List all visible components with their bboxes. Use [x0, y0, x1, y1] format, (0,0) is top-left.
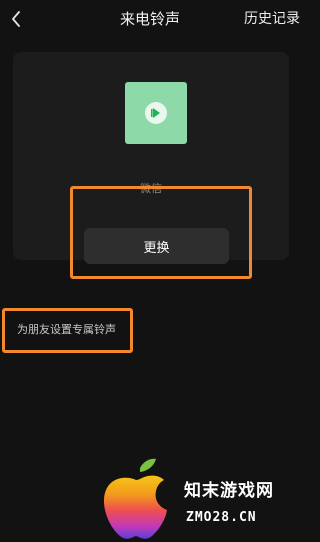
apple-logo-icon	[103, 458, 167, 539]
friend-ringtone-link[interactable]: 为朋友设置专属铃声	[17, 323, 116, 337]
watermark: 知末游戏网 ZMO28.CN	[96, 458, 300, 542]
change-ringtone-button[interactable]: 更换	[84, 228, 229, 264]
ringtone-cover[interactable]	[125, 82, 187, 144]
watermark-url: ZMO28.CN	[186, 510, 257, 525]
music-play-icon	[145, 102, 167, 124]
change-button-label: 更换	[143, 240, 170, 256]
history-button[interactable]: 历史记录	[244, 9, 300, 29]
watermark-title: 知末游戏网	[184, 481, 274, 501]
navigation-bar: 来电铃声 历史记录	[0, 0, 300, 40]
